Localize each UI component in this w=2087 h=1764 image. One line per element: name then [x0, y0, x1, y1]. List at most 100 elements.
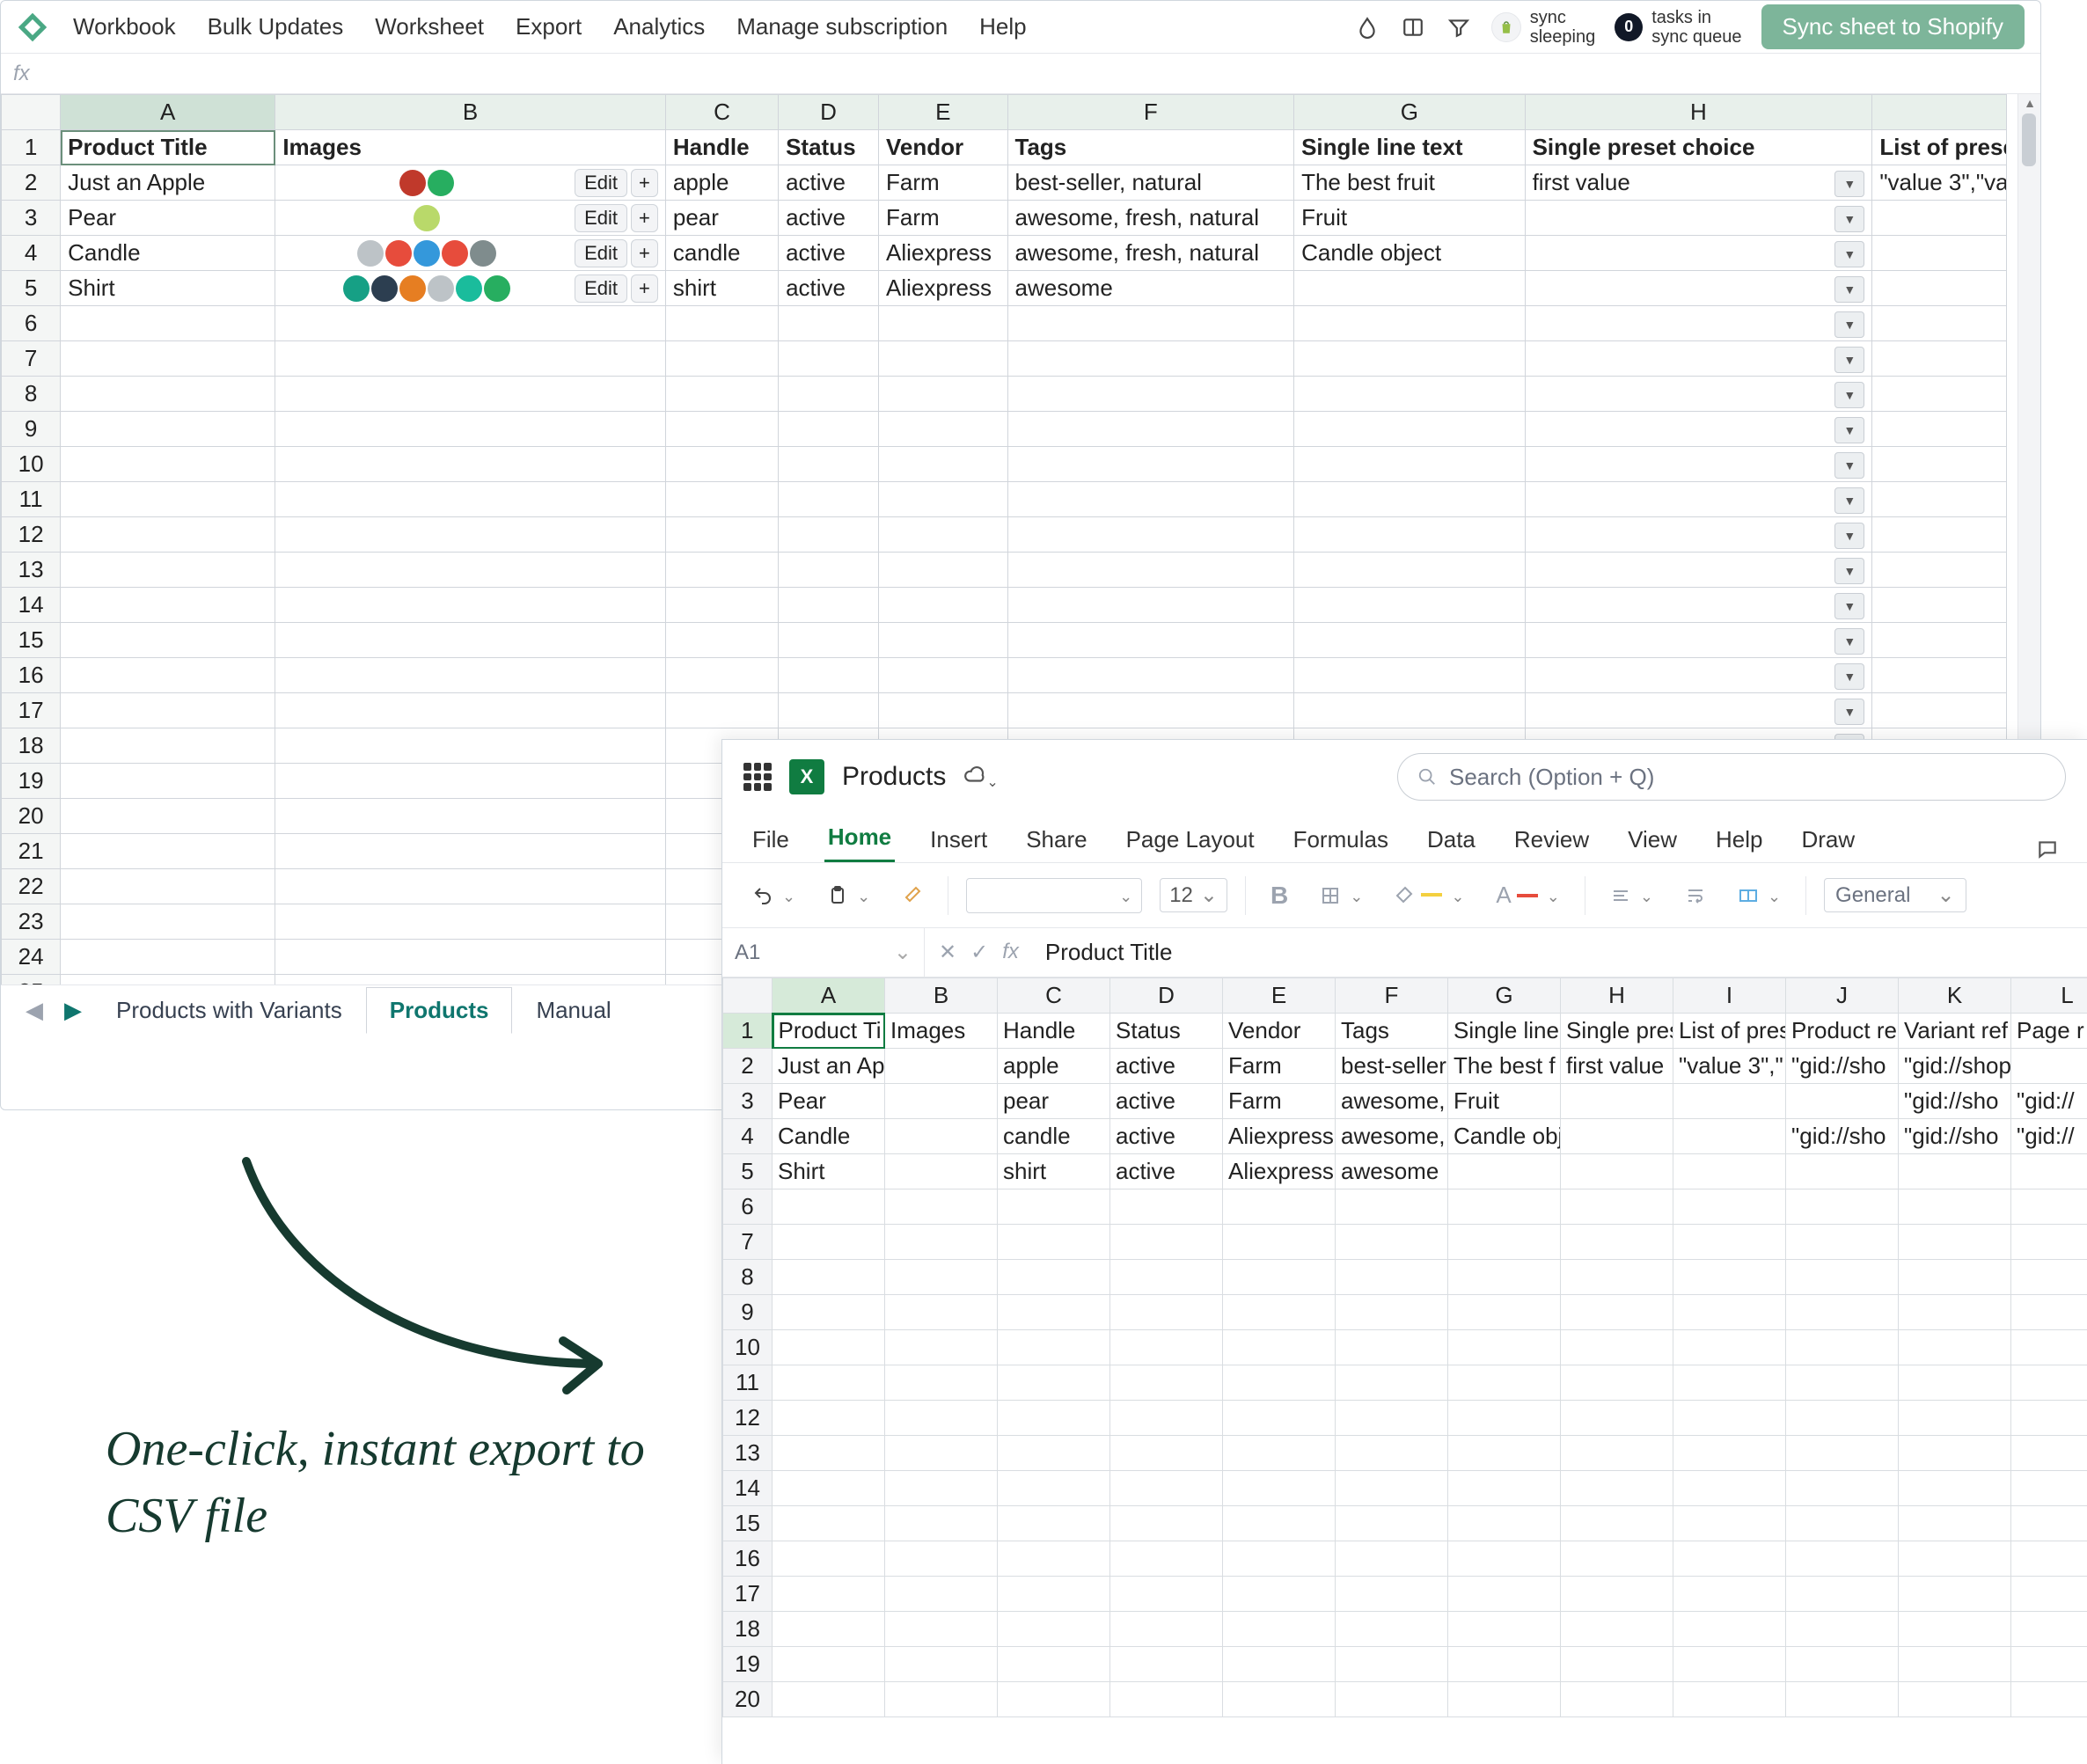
cell[interactable] [885, 1365, 998, 1401]
cell[interactable] [885, 1436, 998, 1471]
app-launcher-icon[interactable] [743, 763, 772, 791]
row-header[interactable]: 12 [2, 517, 61, 553]
cell[interactable] [1673, 1330, 1786, 1365]
cell[interactable] [1899, 1647, 2011, 1682]
cell[interactable] [1448, 1541, 1561, 1577]
cell[interactable] [1336, 1436, 1448, 1471]
merge-button[interactable] [1731, 878, 1788, 913]
cell[interactable] [1872, 341, 2007, 377]
cell[interactable]: Product Ti [773, 1014, 885, 1049]
cell[interactable] [665, 377, 778, 412]
cell[interactable] [998, 1577, 1110, 1612]
cell[interactable] [2011, 1401, 2087, 1436]
cell[interactable] [1336, 1260, 1448, 1295]
dropdown-toggle-icon[interactable] [1834, 276, 1864, 303]
undo-button[interactable] [745, 878, 802, 913]
cell[interactable] [1448, 1612, 1561, 1647]
workbook-title[interactable]: Products [842, 762, 946, 792]
cell[interactable] [1007, 377, 1294, 412]
cell[interactable] [773, 1401, 885, 1436]
cell[interactable] [879, 693, 1008, 728]
cell[interactable] [1786, 1436, 1899, 1471]
cell[interactable] [1899, 1401, 2011, 1436]
ribbon-tab[interactable]: Insert [926, 817, 991, 862]
cell[interactable] [2011, 1506, 2087, 1541]
cell[interactable] [1872, 271, 2007, 306]
cell[interactable] [61, 658, 275, 693]
cell[interactable] [1007, 553, 1294, 588]
dropdown-toggle-icon[interactable] [1834, 699, 1864, 725]
preset-cell[interactable] [1525, 271, 1872, 306]
app1-formula-bar[interactable]: fx [1, 54, 2040, 94]
filter-icon[interactable] [1446, 14, 1472, 40]
cell[interactable]: Just an Apple [61, 165, 275, 201]
cell[interactable] [1007, 517, 1294, 553]
cell[interactable] [2011, 1365, 2087, 1401]
cell[interactable] [1007, 306, 1294, 341]
column-header[interactable]: H [1561, 978, 1673, 1014]
cell[interactable] [1336, 1295, 1448, 1330]
row-header[interactable]: 24 [2, 940, 61, 975]
cell[interactable] [1872, 306, 2007, 341]
cell[interactable] [1223, 1612, 1336, 1647]
cell[interactable] [1294, 306, 1525, 341]
column-header[interactable]: E [879, 95, 1008, 130]
cell[interactable] [61, 517, 275, 553]
ribbon-tab[interactable]: File [749, 817, 793, 862]
cell[interactable] [885, 1119, 998, 1154]
cell[interactable] [1525, 623, 1872, 658]
cell[interactable] [1110, 1647, 1223, 1682]
column-header[interactable]: F [1007, 95, 1294, 130]
cell[interactable] [1007, 412, 1294, 447]
cell[interactable] [275, 834, 666, 869]
cell[interactable] [773, 1365, 885, 1401]
cell[interactable] [1525, 693, 1872, 728]
cell[interactable] [1110, 1260, 1223, 1295]
row-header[interactable]: 9 [2, 412, 61, 447]
cell[interactable] [998, 1541, 1110, 1577]
comments-icon[interactable] [2034, 836, 2061, 862]
cell[interactable] [1673, 1225, 1786, 1260]
cell[interactable] [1223, 1647, 1336, 1682]
dropdown-toggle-icon[interactable] [1834, 206, 1864, 232]
cell[interactable] [1294, 377, 1525, 412]
cell[interactable] [1294, 341, 1525, 377]
cell[interactable] [275, 517, 666, 553]
cell[interactable]: Pear [773, 1084, 885, 1119]
header-cell[interactable]: Tags [1007, 130, 1294, 165]
cell[interactable] [1448, 1365, 1561, 1401]
cell[interactable] [779, 553, 879, 588]
cell[interactable] [1007, 623, 1294, 658]
cell[interactable] [1110, 1612, 1223, 1647]
cell[interactable] [275, 764, 666, 799]
cell[interactable] [1872, 377, 2007, 412]
cell[interactable] [1561, 1682, 1673, 1717]
cell[interactable] [1899, 1541, 2011, 1577]
cell[interactable] [998, 1225, 1110, 1260]
cell[interactable] [779, 377, 879, 412]
cell[interactable] [2011, 1647, 2087, 1682]
cell[interactable] [61, 412, 275, 447]
cell[interactable] [1899, 1189, 2011, 1225]
cell[interactable] [1673, 1647, 1786, 1682]
cell[interactable]: "value 3"," [1673, 1049, 1786, 1084]
cell[interactable] [1872, 588, 2007, 623]
cell[interactable]: awesome, [1336, 1119, 1448, 1154]
cell[interactable] [1525, 658, 1872, 693]
cell[interactable]: Aliexpress [879, 271, 1008, 306]
cell[interactable] [1448, 1682, 1561, 1717]
cell[interactable]: active [779, 236, 879, 271]
cell[interactable] [1110, 1225, 1223, 1260]
cell[interactable] [275, 412, 666, 447]
cell[interactable] [1786, 1647, 1899, 1682]
row-header[interactable]: 3 [2, 201, 61, 236]
cell[interactable] [998, 1682, 1110, 1717]
cell[interactable] [2011, 1577, 2087, 1612]
cell[interactable] [665, 517, 778, 553]
cell[interactable] [61, 834, 275, 869]
cell[interactable] [1899, 1612, 2011, 1647]
borders-button[interactable] [1313, 878, 1370, 913]
cell[interactable]: Shirt [61, 271, 275, 306]
cell[interactable] [1525, 482, 1872, 517]
font-size-input[interactable]: 12⌄ [1160, 878, 1227, 912]
